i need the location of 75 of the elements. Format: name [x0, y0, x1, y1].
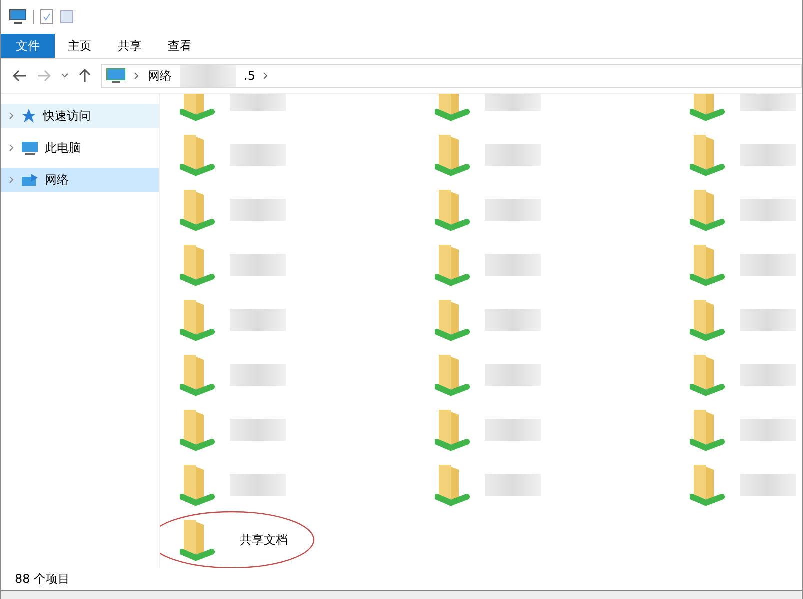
blurred-block	[230, 474, 286, 496]
computer-icon	[21, 140, 39, 156]
blurred-block	[740, 94, 796, 111]
shared-folder-icon[interactable]	[435, 353, 471, 397]
ribbon-tab[interactable]: 共享	[105, 34, 155, 58]
folder-icon[interactable]	[60, 9, 74, 25]
up-icon[interactable]	[79, 69, 91, 83]
chevron-right-icon[interactable]	[9, 112, 15, 120]
blurred-block	[485, 364, 541, 386]
address-bar[interactable]: 网络 .5	[101, 64, 802, 88]
blurred-block	[740, 474, 796, 496]
shared-folder-icon[interactable]	[180, 353, 216, 397]
blurred-block	[740, 419, 796, 441]
blurred-block	[230, 419, 286, 441]
shared-folder-icon[interactable]	[180, 298, 216, 342]
blurred-block	[740, 364, 796, 386]
shared-folder-icon[interactable]	[690, 243, 726, 287]
nav-item[interactable]: 此电脑	[1, 136, 159, 160]
blurred-block	[230, 364, 286, 386]
chevron-right-icon[interactable]	[9, 176, 15, 184]
back-icon[interactable]	[13, 70, 27, 82]
shared-folder-icon[interactable]	[435, 408, 471, 452]
blurred-block	[180, 65, 236, 87]
nav-item[interactable]: 网络	[1, 168, 159, 192]
blurred-block	[740, 199, 796, 221]
shared-folder-icon[interactable]	[690, 188, 726, 232]
properties-icon[interactable]	[40, 9, 54, 25]
blurred-block	[230, 309, 286, 331]
shared-folder-icon[interactable]	[180, 188, 216, 232]
ribbon-tab[interactable]: 文件	[1, 34, 55, 58]
blurred-block	[485, 474, 541, 496]
star-icon	[21, 108, 37, 124]
blurred-block	[485, 254, 541, 276]
shared-folder-icon[interactable]	[690, 463, 726, 507]
blurred-block	[485, 309, 541, 331]
blurred-block	[485, 144, 541, 166]
shared-folder-icon[interactable]	[435, 298, 471, 342]
item-count: 88 个项目	[15, 570, 70, 588]
shared-folder-icon[interactable]	[180, 463, 216, 507]
ribbon-tab[interactable]: 查看	[155, 34, 205, 58]
shared-folder-icon[interactable]	[180, 133, 216, 177]
blurred-block	[485, 419, 541, 441]
blurred-block	[485, 199, 541, 221]
folder-name[interactable]: 共享文档	[240, 532, 288, 548]
shared-folder-icon[interactable]	[435, 188, 471, 232]
blurred-block	[230, 254, 286, 276]
chevron-right-icon[interactable]	[9, 144, 15, 152]
breadcrumb[interactable]: .5	[244, 69, 256, 83]
blurred-block	[230, 94, 286, 111]
chevron-down-icon[interactable]	[61, 73, 69, 79]
breadcrumb[interactable]: 网络	[148, 68, 172, 84]
computer-icon	[9, 9, 27, 25]
shared-folder-icon[interactable]	[435, 243, 471, 287]
blurred-block	[230, 199, 286, 221]
shared-folder-icon[interactable]	[690, 298, 726, 342]
chevron-right-icon	[263, 72, 270, 80]
shared-folder-icon[interactable]	[180, 243, 216, 287]
network-icon	[21, 172, 39, 188]
nav-item[interactable]: 快速访问	[1, 104, 159, 128]
shared-folder-icon[interactable]	[435, 133, 471, 177]
forward-icon[interactable]	[37, 70, 51, 82]
blurred-block	[740, 254, 796, 276]
blurred-block	[740, 144, 796, 166]
shared-folder-icon[interactable]	[690, 353, 726, 397]
computer-icon	[106, 68, 126, 84]
blurred-block	[485, 94, 541, 111]
shared-folder-icon[interactable]	[180, 518, 216, 562]
shared-folder-icon[interactable]	[435, 463, 471, 507]
shared-folder-icon[interactable]	[180, 408, 216, 452]
chevron-right-icon	[134, 72, 140, 80]
ribbon-tab[interactable]: 主页	[55, 34, 105, 58]
blurred-block	[230, 144, 286, 166]
shared-folder-icon[interactable]	[690, 408, 726, 452]
shared-folder-icon[interactable]	[690, 133, 726, 177]
blurred-block	[740, 309, 796, 331]
